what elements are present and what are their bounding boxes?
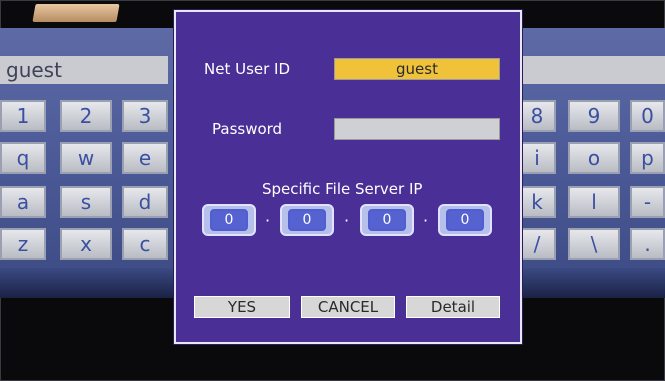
ip-octet-4-value: 0 <box>446 209 484 231</box>
key-1[interactable]: 1 <box>0 100 46 132</box>
key-slash[interactable]: / <box>518 228 556 260</box>
ip-octet-1-field[interactable]: 0 <box>202 204 256 236</box>
key-o[interactable]: o <box>568 142 620 174</box>
key-e[interactable]: e <box>122 142 168 174</box>
password-field[interactable] <box>334 118 500 140</box>
key-q[interactable]: q <box>0 142 46 174</box>
detail-button[interactable]: Detail <box>406 296 500 318</box>
ip-octet-4-field[interactable]: 0 <box>438 204 492 236</box>
key-k[interactable]: k <box>518 186 556 218</box>
key-s[interactable]: s <box>60 186 112 218</box>
key-c[interactable]: c <box>122 228 168 260</box>
key-l[interactable]: l <box>568 186 620 218</box>
key-period[interactable]: . <box>630 228 665 260</box>
key-d[interactable]: d <box>122 186 168 218</box>
ip-octet-3-field[interactable]: 0 <box>360 204 414 236</box>
folder-icon <box>32 4 120 22</box>
password-label: Password <box>212 120 283 138</box>
key-w[interactable]: w <box>60 142 112 174</box>
key-9[interactable]: 9 <box>568 100 620 132</box>
file-server-ip-label: Specific File Server IP <box>262 180 423 198</box>
key-p[interactable]: p <box>630 142 665 174</box>
ip-octet-2-field[interactable]: 0 <box>280 204 334 236</box>
ip-separator: · <box>344 211 350 230</box>
ip-separator: · <box>423 211 429 230</box>
ip-octet-2-value: 0 <box>288 209 326 231</box>
key-8[interactable]: 8 <box>518 100 556 132</box>
key-a[interactable]: a <box>0 186 46 218</box>
yes-button[interactable]: YES <box>194 296 290 318</box>
key-0[interactable]: 0 <box>630 100 665 132</box>
net-user-id-label: Net User ID <box>204 60 291 78</box>
cancel-button[interactable]: CANCEL <box>301 296 395 318</box>
ip-octet-3-value: 0 <box>368 209 406 231</box>
key-i[interactable]: i <box>518 142 556 174</box>
key-x[interactable]: x <box>60 228 112 260</box>
net-user-id-field[interactable]: guest <box>334 58 500 80</box>
keyboard-input-field[interactable]: guest <box>0 56 168 84</box>
keyboard-input-field-right <box>518 56 665 84</box>
key-2[interactable]: 2 <box>60 100 112 132</box>
ip-separator: · <box>265 211 271 230</box>
ip-octet-1-value: 0 <box>210 209 248 231</box>
key-dash[interactable]: - <box>630 186 665 218</box>
key-3[interactable]: 3 <box>122 100 168 132</box>
key-backslash[interactable]: \ <box>568 228 620 260</box>
key-z[interactable]: z <box>0 228 46 260</box>
network-login-dialog: Net User ID guest Password Specific File… <box>174 10 522 344</box>
